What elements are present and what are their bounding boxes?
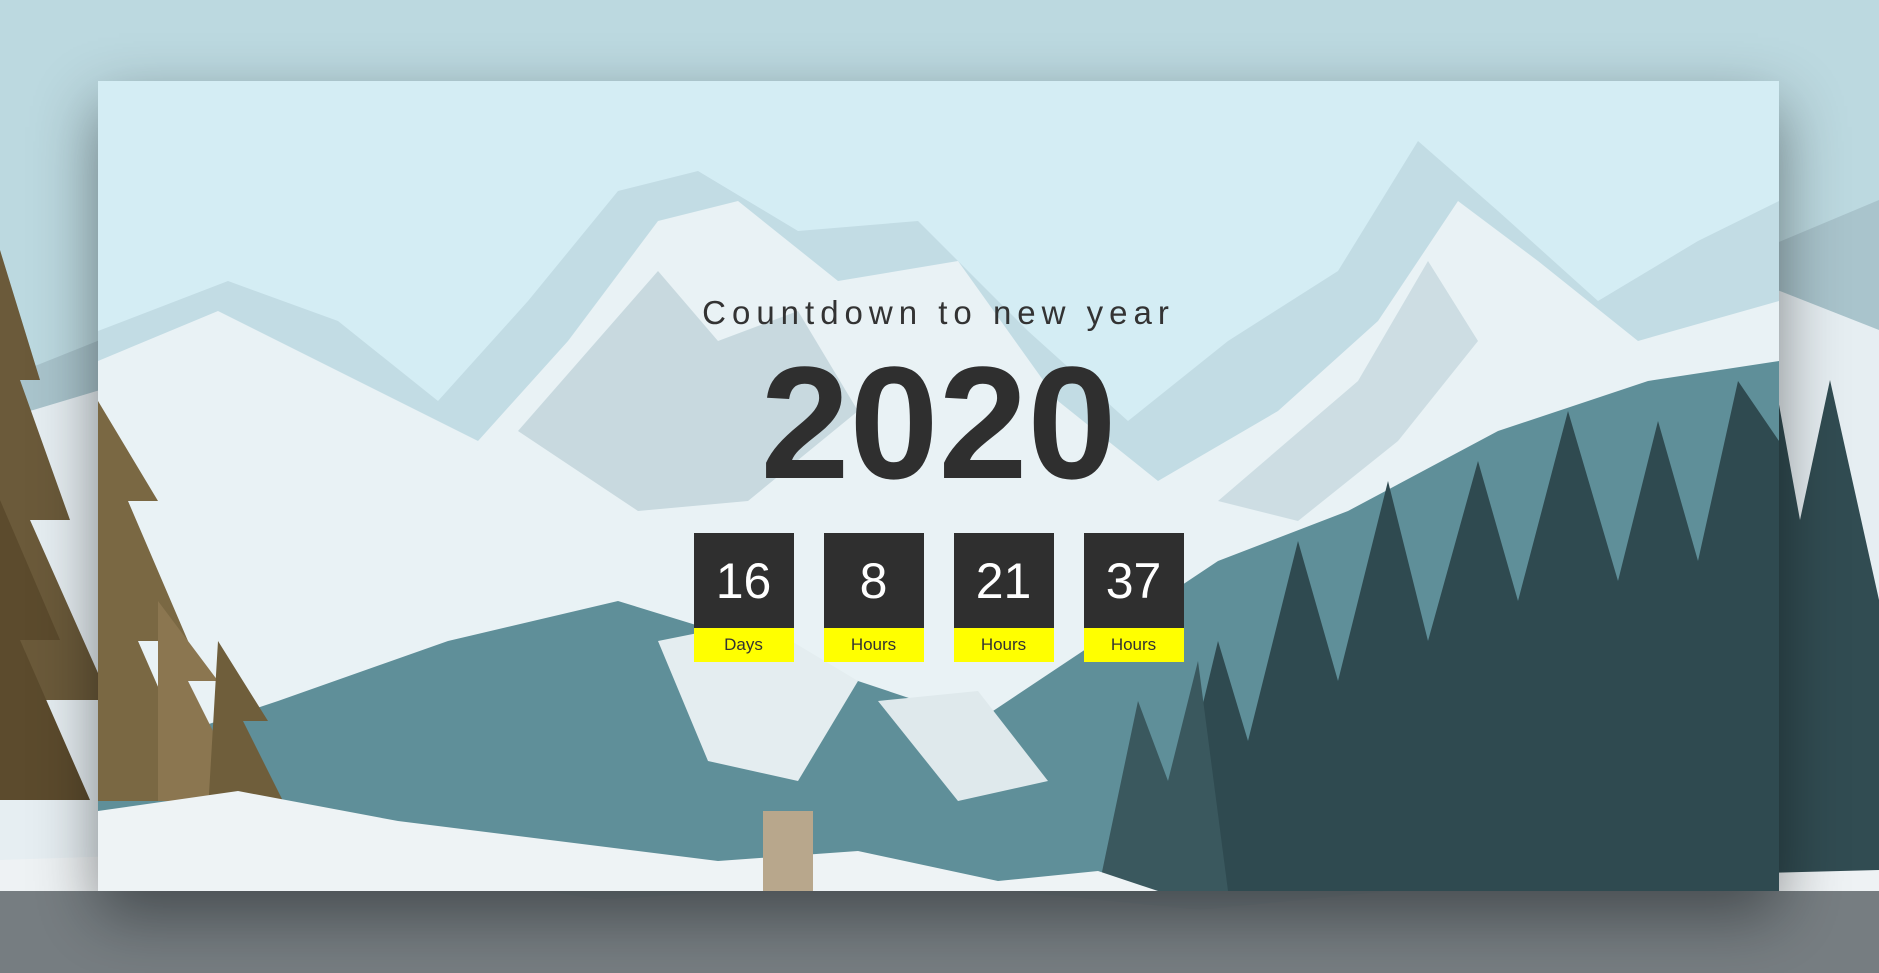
- countdown-hours: 8 Hours: [823, 533, 924, 662]
- target-year: 2020: [760, 333, 1117, 512]
- days-value: 16: [693, 533, 794, 628]
- hours-label: Hours: [823, 628, 924, 662]
- minutes-label: Hours: [953, 628, 1054, 662]
- seconds-value: 37: [1083, 533, 1184, 628]
- seconds-label: Hours: [1083, 628, 1184, 662]
- countdown-days: 16 Days: [693, 533, 794, 662]
- page-subtitle: Countdown to new year: [702, 294, 1175, 331]
- hours-value: 8: [823, 533, 924, 628]
- days-label: Days: [693, 628, 794, 662]
- countdown-minutes: 21 Hours: [953, 533, 1054, 662]
- bottom-overlay: [0, 891, 1879, 973]
- countdown-seconds: 37 Hours: [1083, 533, 1184, 662]
- hero-card: Countdown to new year 2020 16 Days 8 Hou…: [98, 81, 1779, 891]
- countdown-timer: 16 Days 8 Hours 21 Hours 37 Hours: [98, 533, 1779, 662]
- countdown-content: Countdown to new year 2020 16 Days 8 Hou…: [98, 81, 1779, 891]
- minutes-value: 21: [953, 533, 1054, 628]
